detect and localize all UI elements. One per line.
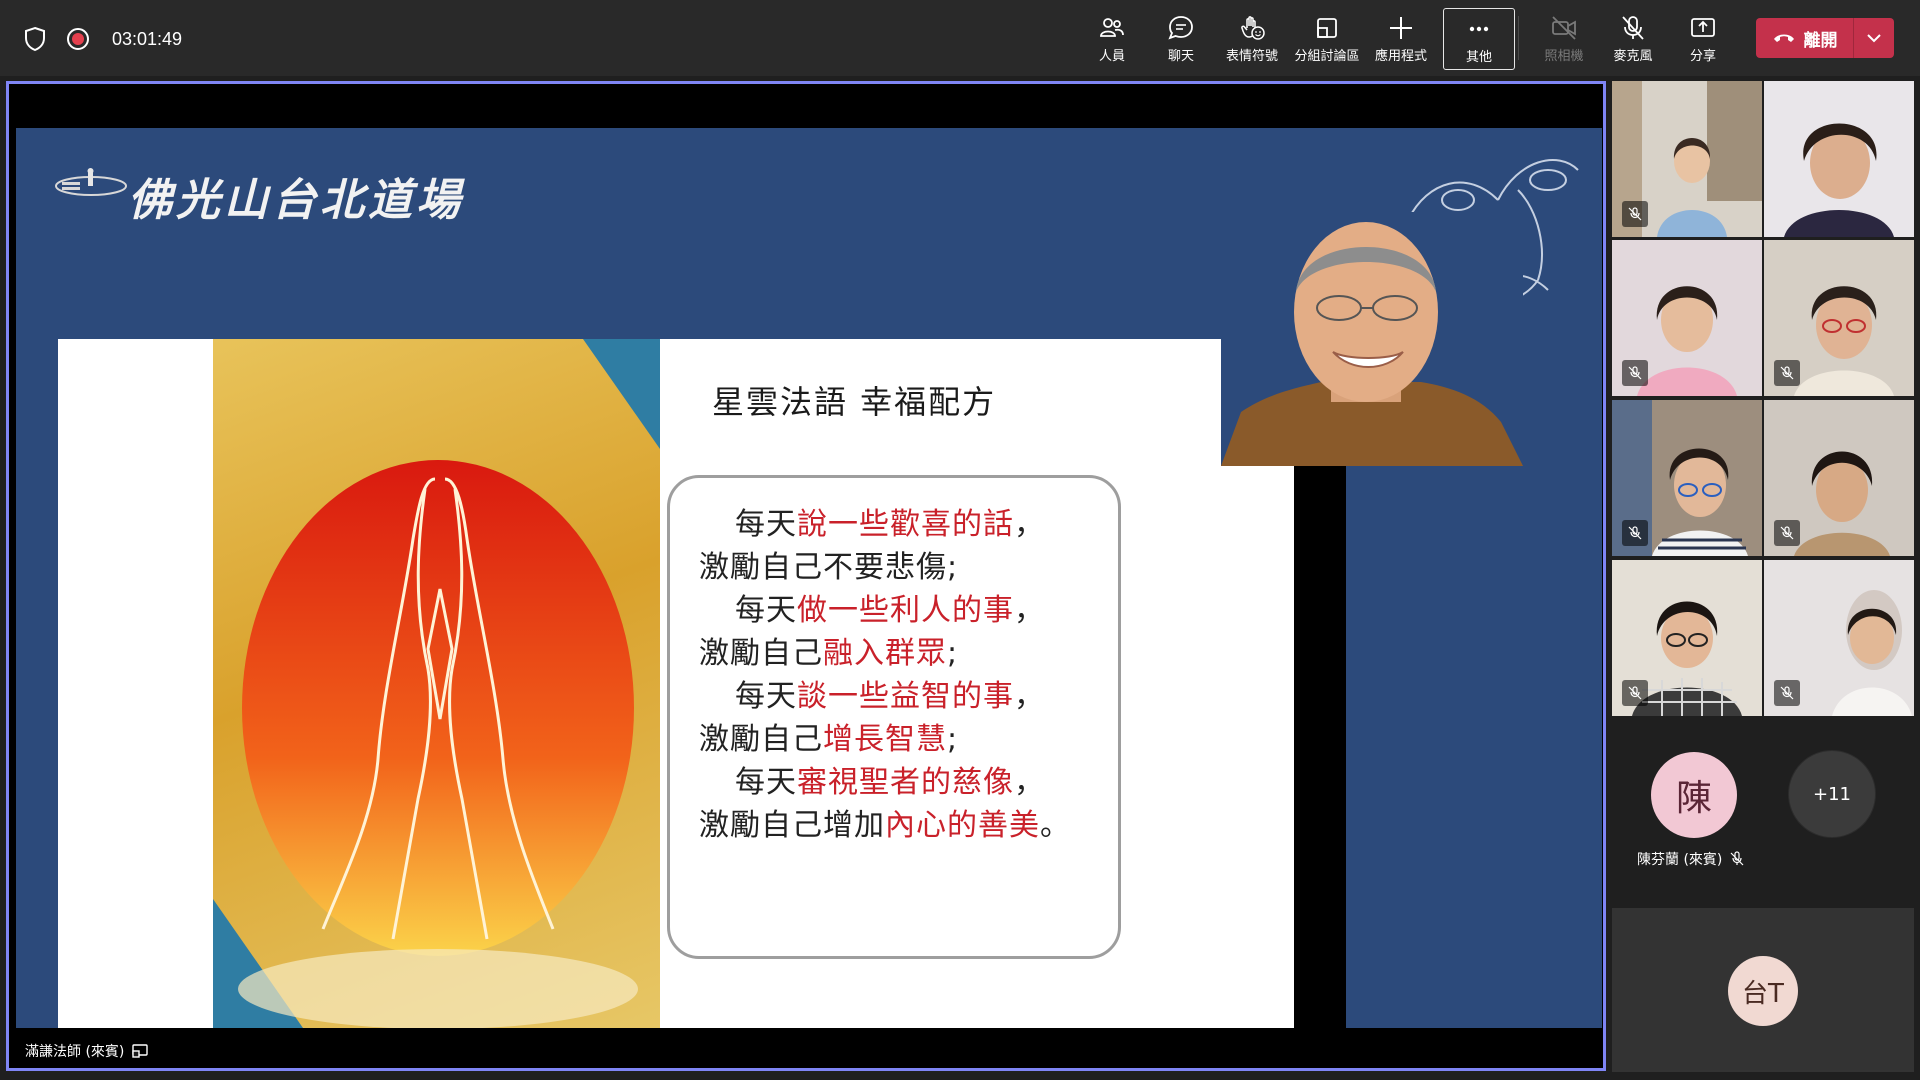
camera-button[interactable]: 照相機	[1529, 8, 1599, 68]
presentation-slide: 佛光山台北道場 星雲法語 幸福配方 每天說一些歡喜的話， 激勵自己不要悲傷; 每…	[16, 128, 1602, 1028]
share-icon	[1691, 18, 1715, 37]
mic-off-icon	[1730, 851, 1744, 866]
people-button[interactable]: 人員	[1077, 8, 1147, 68]
phone-hangup-icon	[1773, 34, 1794, 42]
reactions-button[interactable]: 表情符號	[1217, 8, 1287, 68]
chat-button[interactable]: 聊天	[1146, 8, 1216, 68]
meeting-status: 03:01:49	[22, 26, 182, 52]
quote-line-1: 每天說一些歡喜的話，	[735, 507, 1045, 542]
praying-hands-artwork	[213, 339, 660, 1028]
participant-name-label: 陳芬蘭 (來賓)	[1637, 849, 1744, 869]
emoji-icon	[1241, 16, 1265, 40]
participant-tile-5[interactable]	[1612, 400, 1762, 556]
leave-options-button[interactable]	[1854, 18, 1894, 58]
participant-mic-off-icon	[1622, 360, 1648, 386]
slide-body: 星雲法語 幸福配方 每天說一些歡喜的話， 激勵自己不要悲傷; 每天做一些利人的事…	[58, 339, 1294, 1028]
participant-mic-off-icon	[1774, 360, 1800, 386]
screen-share-icon	[132, 1044, 149, 1058]
participant-mic-off-icon	[1774, 680, 1800, 706]
quote-line-6: 激勵自己增長智慧;	[699, 722, 959, 757]
plus-icon	[1390, 17, 1412, 39]
slide-brand: 佛光山台北道場	[128, 175, 464, 226]
participant-tile-3[interactable]	[1612, 240, 1762, 396]
recording-icon	[66, 27, 90, 51]
share-button[interactable]: 分享	[1668, 8, 1738, 68]
participant-mic-off-icon	[1622, 201, 1648, 227]
participant-avatar-chen[interactable]: 陳	[1651, 752, 1737, 838]
leave-label: 離開	[1803, 30, 1838, 51]
breakout-rooms-icon	[1317, 18, 1337, 38]
leave-button[interactable]: 離開	[1756, 18, 1894, 58]
microphone-button[interactable]: 麥克風	[1598, 8, 1668, 68]
participant-tile-8[interactable]	[1764, 560, 1914, 716]
presenter-camera	[1221, 212, 1523, 466]
shield-icon[interactable]	[22, 26, 48, 52]
leave-main[interactable]: 離開	[1756, 18, 1853, 58]
participant-tile-6[interactable]	[1764, 400, 1914, 556]
presenter-name-label: 滿謙法師 (來賓)	[25, 1041, 149, 1061]
chat-icon	[1168, 16, 1193, 40]
participant-tile-1[interactable]	[1612, 81, 1762, 237]
slide-title: 星雲法語 幸福配方	[712, 383, 997, 421]
shared-screen-stage[interactable]: 佛光山台北道場 星雲法語 幸福配方 每天說一些歡喜的話， 激勵自己不要悲傷; 每…	[6, 81, 1606, 1071]
more-icon	[1469, 26, 1489, 32]
mic-off-icon	[1622, 16, 1644, 40]
participant-tile-2[interactable]	[1764, 81, 1914, 237]
breakout-rooms-button[interactable]: 分組討論區	[1292, 8, 1362, 68]
chevron-down-icon	[1867, 34, 1881, 43]
participant-tile-7[interactable]	[1612, 560, 1762, 716]
participant-mic-off-icon	[1622, 680, 1648, 706]
meeting-toolbar: 03:01:49 人員 聊天 表情符號 分組討論區 應用程式 其他 照相機 麥克…	[0, 0, 1920, 76]
more-button[interactable]: 其他	[1443, 8, 1515, 70]
quote-line-5: 每天談一些益智的事，	[735, 679, 1045, 714]
people-icon	[1100, 18, 1124, 37]
quote-line-2: 激勵自己不要悲傷;	[699, 550, 959, 585]
participant-mic-off-icon	[1622, 520, 1648, 546]
quote-line-7: 每天審視聖者的慈像，	[735, 765, 1045, 800]
participant-tile-tai[interactable]: 台T	[1612, 908, 1914, 1072]
more-participants-button[interactable]: +11	[1788, 750, 1876, 838]
quote-line-4: 激勵自己融入群眾;	[699, 636, 959, 671]
participant-avatar-tai: 台T	[1728, 956, 1798, 1026]
meeting-timer: 03:01:49	[112, 28, 183, 49]
quote-line-3: 每天做一些利人的事，	[735, 593, 1045, 628]
participant-mic-off-icon	[1774, 520, 1800, 546]
temple-logo-icon	[55, 168, 127, 196]
camera-off-icon	[1552, 16, 1576, 40]
apps-button[interactable]: 應用程式	[1366, 8, 1436, 68]
toolbar-divider	[1518, 16, 1519, 60]
participant-tile-4[interactable]	[1764, 240, 1914, 396]
quote-line-8: 激勵自己增加內心的善美。	[699, 808, 1071, 843]
